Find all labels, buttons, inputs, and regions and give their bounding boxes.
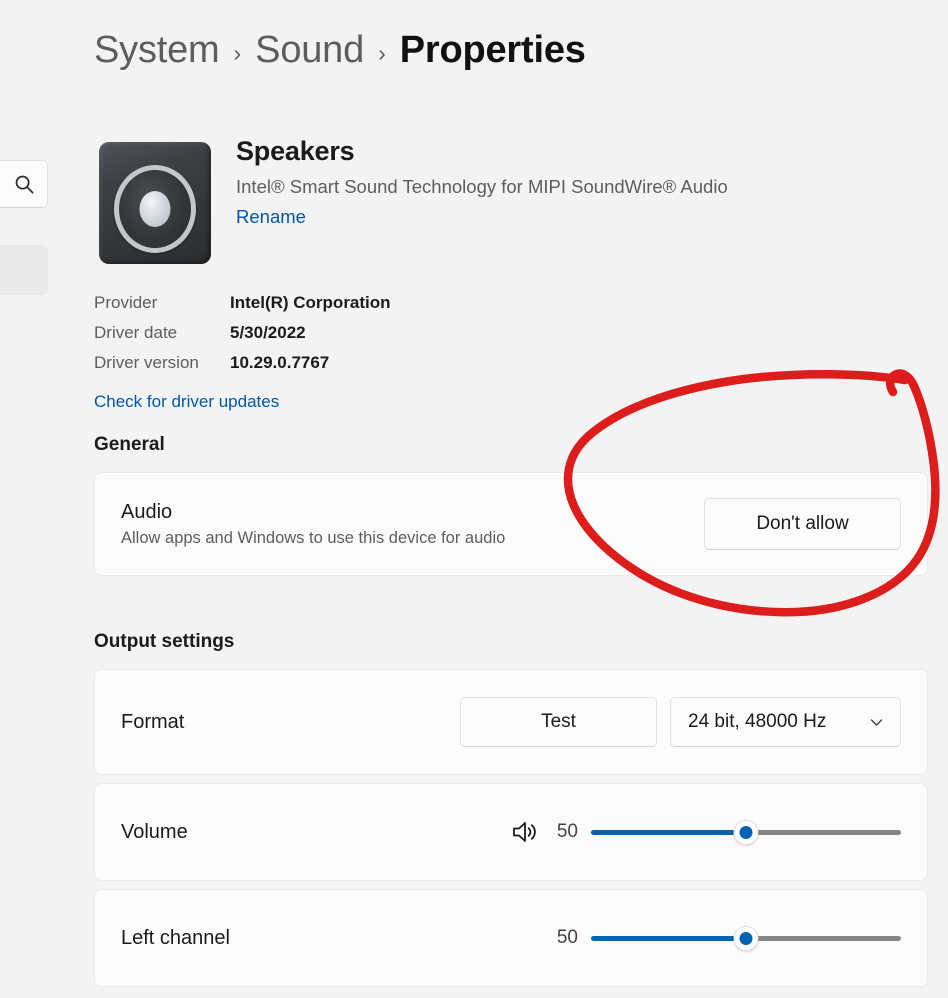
driver-label: Provider [94, 293, 158, 312]
left-channel-slider-group: 50 [552, 924, 901, 952]
search-icon [14, 174, 35, 195]
speaker-volume-icon [511, 819, 539, 845]
search-input[interactable] [0, 160, 48, 208]
driver-value: Intel(R) Corporation [230, 293, 391, 312]
breadcrumb-separator: › [378, 39, 386, 66]
driver-value: 5/30/2022 [230, 323, 306, 342]
breadcrumb-item-properties: Properties [399, 29, 586, 71]
breadcrumb: System › Sound › Properties [94, 29, 586, 72]
volume-slider-group: 50 [511, 818, 901, 846]
speaker-device-icon [94, 134, 212, 264]
left-channel-value: 50 [556, 927, 578, 948]
driver-row-provider: Provider Intel(R) Corporation [94, 293, 391, 323]
volume-value: 50 [556, 821, 578, 842]
driver-label: Driver date [94, 323, 178, 342]
breadcrumb-item-sound[interactable]: Sound [255, 29, 364, 72]
rename-link[interactable]: Rename [236, 206, 306, 228]
dont-allow-button[interactable]: Don't allow [704, 498, 901, 550]
test-button[interactable]: Test [460, 697, 657, 747]
left-channel-setting-card: Left channel 50 [94, 889, 928, 987]
device-description: Intel® Smart Sound Technology for MIPI S… [236, 176, 728, 198]
breadcrumb-item-system[interactable]: System [94, 29, 220, 72]
sidebar-rail [0, 0, 52, 998]
volume-row-label: Volume [121, 820, 188, 843]
volume-setting-card: Volume 50 [94, 783, 928, 881]
format-dropdown-value: 24 bit, 48000 Hz [688, 711, 827, 732]
format-dropdown[interactable]: 24 bit, 48000 Hz [670, 697, 901, 747]
check-for-driver-updates-link[interactable]: Check for driver updates [94, 392, 279, 412]
format-row-label: Format [121, 710, 185, 733]
breadcrumb-separator: › [233, 39, 242, 66]
audio-row-label: Audio [121, 500, 173, 523]
section-title-general: General [94, 434, 165, 455]
device-header: Speakers Intel® Smart Sound Technology f… [94, 134, 728, 264]
format-setting-card: Format Test 24 bit, 48000 Hz [94, 669, 928, 775]
section-title-output-settings: Output settings [94, 631, 235, 652]
driver-value: 10.29.0.7767 [230, 353, 330, 372]
driver-label: Driver version [94, 353, 199, 372]
chevron-down-icon [868, 714, 885, 731]
audio-row-description: Allow apps and Windows to use this devic… [121, 528, 506, 547]
sidebar-selected-item[interactable] [0, 245, 48, 295]
volume-slider[interactable] [591, 818, 901, 846]
driver-info: Provider Intel(R) Corporation Driver dat… [94, 293, 391, 412]
driver-row-date: Driver date 5/30/2022 [94, 323, 391, 353]
left-channel-slider[interactable] [591, 924, 901, 952]
audio-setting-card: Audio Allow apps and Windows to use this… [94, 472, 928, 576]
device-name: Speakers [236, 136, 355, 166]
driver-row-version: Driver version 10.29.0.7767 [94, 353, 391, 383]
left-channel-row-label: Left channel [121, 926, 230, 949]
